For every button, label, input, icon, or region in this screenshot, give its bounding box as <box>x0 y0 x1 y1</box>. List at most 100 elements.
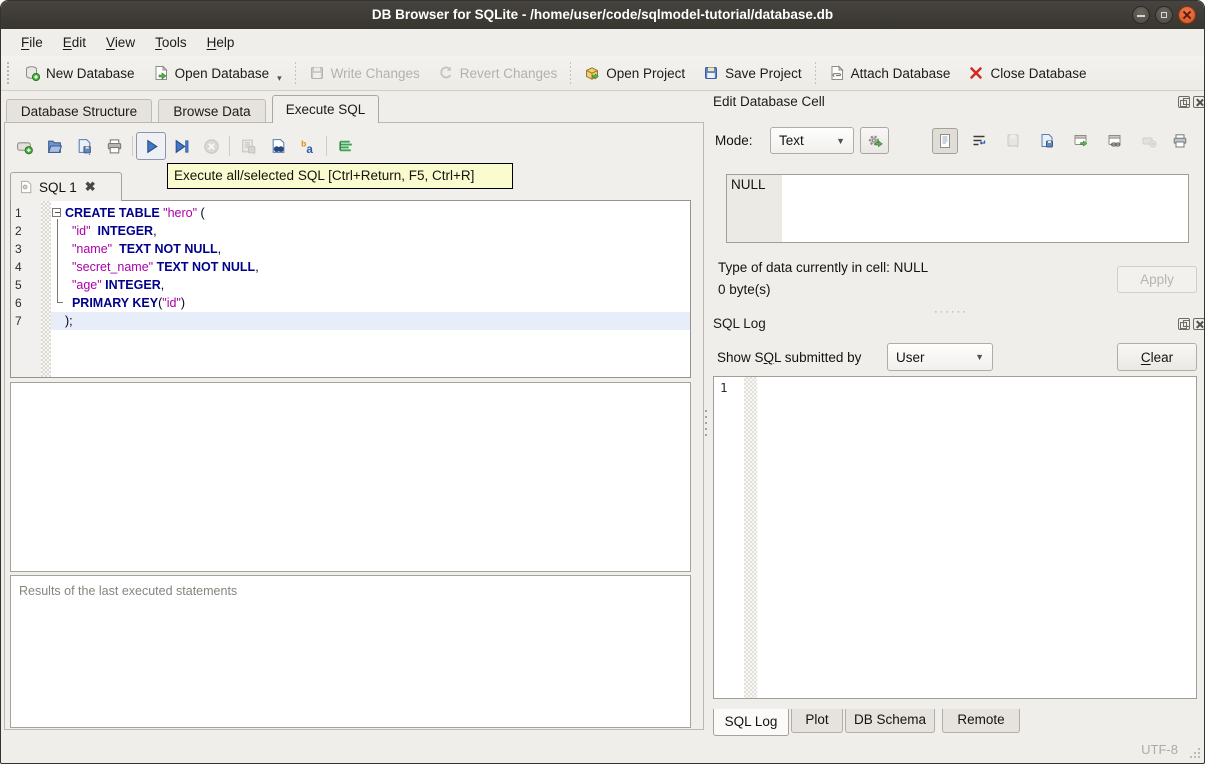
cell-text-mode-button[interactable] <box>932 128 958 154</box>
window-title: DB Browser for SQLite - /home/user/code/… <box>371 7 834 22</box>
results-placeholder: Results of the last executed statements <box>19 584 238 598</box>
auto-switch-mode-button[interactable] <box>860 127 889 154</box>
copy-url-button[interactable] <box>1102 128 1128 154</box>
splitter-main-dock[interactable] <box>703 406 708 450</box>
revert-changes-button[interactable]: Revert Changes <box>429 59 567 87</box>
results-grid[interactable] <box>10 382 691 572</box>
dock-tab-remote[interactable]: Remote <box>942 709 1020 733</box>
cell-import-button[interactable] <box>1000 128 1026 154</box>
sql-toolbar: ba <box>9 129 360 163</box>
sql-document-tab-label: SQL 1 <box>39 179 77 195</box>
log-marker-margin <box>744 377 757 698</box>
apply-button[interactable]: Apply <box>1117 266 1197 293</box>
menu-tools[interactable]: Tools <box>145 29 197 56</box>
editor-line[interactable]: 1 CREATE TABLE "hero" ( <box>11 204 690 222</box>
encoding-status: UTF-8 <box>1141 742 1178 757</box>
sql-editor[interactable]: 1 CREATE TABLE "hero" (2 "id" INTEGER, 3 "… <box>10 200 691 378</box>
format-sql-button[interactable] <box>330 132 360 160</box>
tab-browse-data[interactable]: Browse Data <box>158 99 266 123</box>
open-database-icon <box>153 65 169 81</box>
cell-export-button[interactable] <box>1034 128 1060 154</box>
tab-database-structure[interactable]: Database Structure <box>6 99 152 123</box>
close-dock-icon[interactable] <box>1193 318 1204 330</box>
execute-sql-page: ba SQL 1 ✖ 1 CREATE TABLE "hero" (2 "id" … <box>4 122 704 730</box>
editor-line[interactable]: 2 "id" INTEGER, <box>11 222 690 240</box>
editor-line[interactable]: 7); <box>11 312 690 330</box>
log-filter-select[interactable]: User ▼ <box>887 343 993 371</box>
attach-database-button[interactable]: Attach Database <box>820 59 960 87</box>
execute-line-button[interactable] <box>166 132 196 160</box>
fold-marker <box>51 294 65 312</box>
write-changes-button[interactable]: Write Changes <box>300 59 429 87</box>
fold-margin <box>51 312 65 330</box>
menu-file[interactable]: File <box>11 29 53 56</box>
open-database-button[interactable]: Open Database ▾ <box>144 59 291 87</box>
maximize-icon <box>1161 12 1167 18</box>
open-external-icon <box>1073 133 1089 149</box>
float-dock-icon[interactable] <box>1178 96 1190 108</box>
editor-line[interactable]: 5 "age" INTEGER, <box>11 276 690 294</box>
find-replace-button[interactable] <box>263 132 293 160</box>
close-icon <box>1183 11 1191 19</box>
results-message[interactable]: Results of the last executed statements <box>10 575 691 728</box>
app-window: DB Browser for SQLite - /home/user/code/… <box>0 0 1205 764</box>
editor-line[interactable]: 3 "name" TEXT NOT NULL, <box>11 240 690 258</box>
clear-log-button[interactable]: Clear <box>1117 343 1197 371</box>
sql-log-view[interactable]: 1 <box>713 376 1197 699</box>
main-toolbar: New Database Open Database ▾ Write Chang… <box>1 56 1204 91</box>
mode-label: Mode: <box>715 133 753 148</box>
window-controls <box>1132 6 1196 24</box>
sql-document-icon <box>19 180 33 194</box>
fold-marker[interactable] <box>51 204 65 222</box>
open-database-dropdown-icon[interactable]: ▾ <box>277 73 282 87</box>
open-project-button[interactable]: Open Project <box>575 59 694 87</box>
execute-all-button[interactable] <box>136 132 166 160</box>
set-null-icon <box>1141 133 1157 149</box>
dock-tab-sql-log[interactable]: SQL Log <box>713 709 789 736</box>
new-sql-tab-button[interactable] <box>9 132 39 160</box>
toolbar-drag-handle[interactable] <box>5 62 11 84</box>
print-sql-button[interactable] <box>99 132 129 160</box>
sql-editor-lines: 1 CREATE TABLE "hero" (2 "id" INTEGER, 3 "… <box>11 204 690 330</box>
fold-marker <box>51 276 65 294</box>
cell-mode-select[interactable]: Text ▼ <box>770 127 854 154</box>
save-sql-file-button[interactable] <box>69 132 99 160</box>
menu-edit[interactable]: Edit <box>53 29 96 56</box>
splitter-dock-sections[interactable]: ······ <box>931 302 971 320</box>
set-null-button[interactable] <box>1136 128 1162 154</box>
menubar: File Edit View Tools Help <box>1 29 1204 56</box>
dock-tab-plot[interactable]: Plot <box>791 709 843 733</box>
close-dock-icon[interactable] <box>1193 96 1204 108</box>
close-database-button[interactable]: Close Database <box>959 59 1095 87</box>
cell-word-wrap-button[interactable] <box>966 128 992 154</box>
cell-value-editor[interactable]: NULL <box>726 174 1189 243</box>
stop-execution-button[interactable] <box>196 132 226 160</box>
open-external-button[interactable] <box>1068 128 1094 154</box>
menu-view[interactable]: View <box>96 29 145 56</box>
menu-help[interactable]: Help <box>197 29 245 56</box>
save-results-button[interactable] <box>233 132 263 160</box>
new-database-button[interactable]: New Database <box>15 59 144 87</box>
sql-log-title: SQL Log <box>713 316 766 331</box>
float-dock-icon[interactable] <box>1178 318 1190 330</box>
resize-grip[interactable] <box>1190 748 1200 758</box>
open-sql-file-button[interactable] <box>39 132 69 160</box>
titlebar[interactable]: DB Browser for SQLite - /home/user/code/… <box>1 1 1204 29</box>
close-button[interactable] <box>1178 6 1196 24</box>
auto-complete-button[interactable]: ba <box>293 132 323 160</box>
save-project-button[interactable]: Save Project <box>694 59 811 87</box>
maximize-button[interactable] <box>1155 6 1173 24</box>
gear-icon <box>866 132 884 150</box>
tab-execute-sql[interactable]: Execute SQL <box>272 95 379 123</box>
editor-line[interactable]: 6 PRIMARY KEY("id") <box>11 294 690 312</box>
minimize-button[interactable] <box>1132 6 1150 24</box>
chevron-down-icon: ▼ <box>836 135 845 146</box>
execute-tooltip: Execute all/selected SQL [Ctrl+Return, F… <box>167 163 513 189</box>
fold-marker <box>51 240 65 258</box>
dock-tab-db-schema[interactable]: DB Schema <box>845 709 935 733</box>
editor-line[interactable]: 4 "secret_name" TEXT NOT NULL, <box>11 258 690 276</box>
log-filter-label: Show SQL submitted by <box>717 350 862 365</box>
close-sql-tab-icon[interactable]: ✖ <box>85 179 96 195</box>
print-cell-button[interactable] <box>1167 128 1193 154</box>
sql-document-tab[interactable]: SQL 1 ✖ <box>10 172 122 201</box>
